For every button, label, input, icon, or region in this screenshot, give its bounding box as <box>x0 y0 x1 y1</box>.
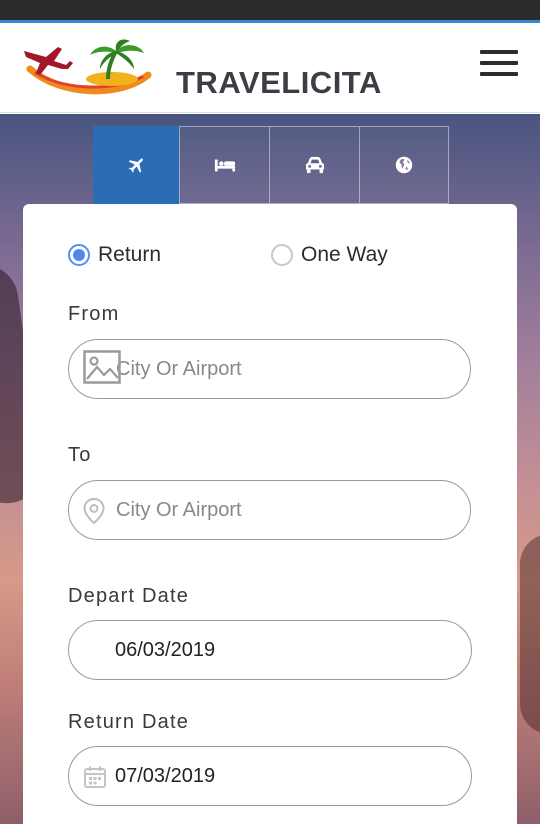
to-input[interactable]: City Or Airport <box>68 480 471 540</box>
logo-mark-icon <box>24 39 152 95</box>
to-label: To <box>68 444 92 466</box>
depart-date-value: 06/03/2019 <box>115 638 216 661</box>
return-date-value: 07/03/2019 <box>115 764 216 787</box>
hero-silhouette <box>520 534 540 734</box>
bed-icon <box>214 159 235 172</box>
location-pin-icon <box>83 498 105 524</box>
plane-icon <box>128 158 143 173</box>
return-date-input[interactable]: 07/03/2019 <box>68 746 472 806</box>
tab-cars[interactable] <box>269 126 359 204</box>
status-bar <box>0 0 540 22</box>
car-icon <box>305 156 324 174</box>
return-date-label: Return Date <box>68 711 190 733</box>
depart-date-label: Depart Date <box>68 585 190 607</box>
to-placeholder: City Or Airport <box>116 498 242 521</box>
search-type-tabs <box>93 126 449 204</box>
tab-hotels[interactable] <box>179 126 269 204</box>
site-header: TRAVELICITA <box>0 23 540 113</box>
from-label: From <box>68 303 120 325</box>
trip-type-one-way[interactable]: One Way <box>271 240 388 270</box>
trip-type-label: One Way <box>301 243 388 266</box>
trip-type-label: Return <box>98 243 162 266</box>
globe-icon <box>395 156 413 174</box>
tab-flights[interactable] <box>93 126 179 204</box>
depart-date-input[interactable]: 06/03/2019 <box>68 620 472 680</box>
radio-return[interactable] <box>68 244 90 266</box>
from-input[interactable]: City Or Airport <box>68 339 471 399</box>
hamburger-menu-icon[interactable] <box>480 49 518 79</box>
from-placeholder: City Or Airport <box>116 357 242 380</box>
trip-type-return[interactable]: Return <box>68 240 161 270</box>
tab-holidays[interactable] <box>359 126 449 204</box>
brand-logo[interactable]: TRAVELICITA <box>22 39 381 100</box>
calendar-icon <box>83 765 107 789</box>
brand-name: TRAVELICITA <box>176 65 382 100</box>
broken-image-icon <box>83 350 121 384</box>
radio-one-way[interactable] <box>271 244 293 266</box>
